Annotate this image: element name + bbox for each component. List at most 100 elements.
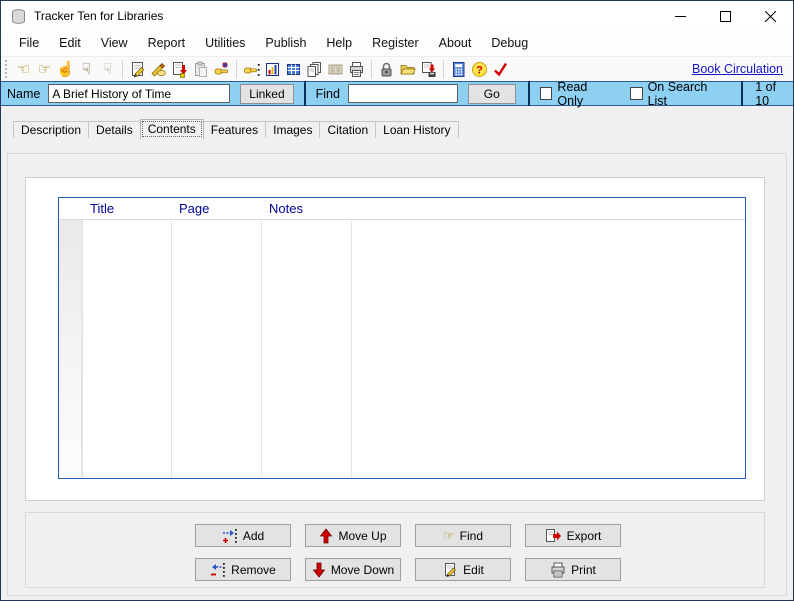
hand-point-left-icon[interactable]: ☜ — [13, 59, 34, 80]
contents-list-panel: Title Page Notes — [25, 177, 765, 501]
table-header-row: Title Page Notes — [59, 198, 745, 220]
menu-report[interactable]: Report — [138, 31, 196, 56]
column-divider — [82, 198, 83, 478]
toolbar-separator — [371, 60, 372, 78]
column-divider[interactable] — [261, 198, 262, 478]
edit-button-label: Edit — [463, 562, 484, 577]
book-circulation-link[interactable]: Book Circulation — [692, 62, 785, 76]
record-bar-divider — [527, 81, 530, 106]
toolbar-grip[interactable] — [5, 60, 9, 78]
post-record-icon[interactable] — [169, 59, 190, 80]
find-button-label: Find — [459, 528, 483, 543]
print-button[interactable]: Print — [525, 558, 621, 581]
move-down-button[interactable]: Move Down — [305, 558, 401, 581]
filmstrip-icon-disabled[interactable] — [325, 59, 346, 80]
menu-debug[interactable]: Debug — [481, 31, 538, 56]
table-grid-icon[interactable] — [283, 59, 304, 80]
save-export-icon[interactable] — [418, 59, 439, 80]
remove-button[interactable]: Remove — [195, 558, 291, 581]
confirm-check-icon[interactable] — [490, 59, 511, 80]
add-button-label: Add — [242, 528, 265, 543]
toolbar-separator — [122, 60, 123, 78]
record-bar: Name Linked Find Go Read Only On Search … — [1, 79, 793, 108]
print-icon[interactable] — [346, 59, 367, 80]
column-header-title[interactable]: Title — [82, 198, 171, 220]
print-button-label: Print — [571, 562, 596, 577]
menu-file[interactable]: File — [9, 31, 49, 56]
column-divider[interactable] — [171, 198, 172, 478]
hand-point-up-icon[interactable]: ☝ — [55, 59, 76, 80]
hand-point-right-icon[interactable]: ☞ — [34, 59, 55, 80]
tab-images[interactable]: Images — [265, 121, 321, 138]
read-only-checkbox[interactable]: Read Only — [539, 79, 616, 108]
lock-icon[interactable] — [376, 59, 397, 80]
copy-pages-icon[interactable] — [304, 59, 325, 80]
hand-point-down-icon[interactable]: ☟ — [76, 59, 97, 80]
row-selector-column — [59, 220, 82, 478]
tab-features[interactable]: Features — [202, 121, 267, 138]
menu-utilities[interactable]: Utilities — [195, 31, 255, 56]
new-record-icon[interactable] — [127, 59, 148, 80]
toolbar: ☜ ☞ ☝ ☟ ☟ ? Book Circulation — [1, 57, 793, 81]
column-header-notes[interactable]: Notes — [261, 198, 351, 220]
contents-tab-panel: Title Page Notes Add Move Up ☞ Find Expo… — [7, 153, 787, 596]
find-button[interactable]: ☞ Find — [415, 524, 511, 547]
svg-text:?: ? — [476, 64, 483, 76]
tab-details[interactable]: Details — [88, 121, 141, 138]
tab-strip: Description Details Contents Features Im… — [13, 119, 793, 139]
read-only-label: Read Only — [557, 79, 588, 108]
tab-loan-history[interactable]: Loan History — [375, 121, 459, 138]
menu-about[interactable]: About — [429, 31, 482, 56]
on-search-list-checkbox[interactable]: On Search List — [629, 79, 730, 108]
go-button[interactable]: Go — [467, 83, 516, 104]
edit-record-icon[interactable] — [148, 59, 169, 80]
hand-point-down-outline-icon[interactable]: ☟ — [97, 59, 118, 80]
menu-bar: File Edit View Report Utilities Publish … — [1, 31, 793, 57]
column-header-page[interactable]: Page — [171, 198, 261, 220]
toolbar-separator — [236, 60, 237, 78]
on-search-list-checkbox-box[interactable] — [629, 87, 643, 100]
paste-icon-disabled[interactable] — [190, 59, 211, 80]
menu-register[interactable]: Register — [362, 31, 429, 56]
edit-button[interactable]: Edit — [415, 558, 511, 581]
maximize-button[interactable] — [703, 1, 748, 31]
open-folder-icon[interactable] — [397, 59, 418, 80]
content-area: Description Details Contents Features Im… — [1, 119, 793, 600]
tab-description[interactable]: Description — [13, 121, 90, 138]
menu-publish[interactable]: Publish — [255, 31, 316, 56]
app-database-icon — [12, 8, 25, 24]
find-record-icon[interactable] — [241, 59, 262, 80]
add-button[interactable]: Add — [195, 524, 291, 547]
tab-contents[interactable]: Contents — [139, 119, 204, 139]
name-label: Name — [7, 86, 41, 101]
export-button[interactable]: Export — [525, 524, 621, 547]
tab-citation[interactable]: Citation — [319, 121, 377, 138]
find-hand-icon: ☞ — [443, 528, 455, 543]
close-button[interactable] — [748, 1, 793, 31]
name-input[interactable] — [48, 84, 231, 103]
record-position: 1 of 10 — [755, 79, 777, 108]
app-window: Tracker Ten for Libraries File Edit View… — [0, 0, 794, 601]
menu-help[interactable]: Help — [316, 31, 362, 56]
record-bar-divider — [741, 81, 744, 106]
title-bar: Tracker Ten for Libraries — [1, 1, 793, 31]
calculator-icon[interactable] — [448, 59, 469, 80]
move-up-button[interactable]: Move Up — [305, 524, 401, 547]
delete-record-icon[interactable] — [211, 59, 232, 80]
contents-table[interactable]: Title Page Notes — [58, 197, 746, 479]
linked-button[interactable]: Linked — [240, 83, 294, 104]
actions-group-box: Add Move Up ☞ Find Export Remove Move Do… — [25, 512, 765, 588]
column-divider[interactable] — [351, 198, 352, 478]
chart-icon[interactable] — [262, 59, 283, 80]
menu-view[interactable]: View — [91, 31, 138, 56]
minimize-button[interactable] — [658, 1, 703, 31]
on-search-list-label: On Search List — [647, 79, 708, 108]
toolbar-separator — [443, 60, 444, 78]
menu-edit[interactable]: Edit — [49, 31, 91, 56]
help-icon[interactable]: ? — [469, 59, 490, 80]
find-input[interactable] — [347, 84, 458, 103]
find-label: Find — [315, 86, 340, 101]
export-button-label: Export — [566, 528, 602, 543]
read-only-checkbox-box[interactable] — [539, 87, 553, 100]
move-down-button-label: Move Down — [330, 562, 395, 577]
